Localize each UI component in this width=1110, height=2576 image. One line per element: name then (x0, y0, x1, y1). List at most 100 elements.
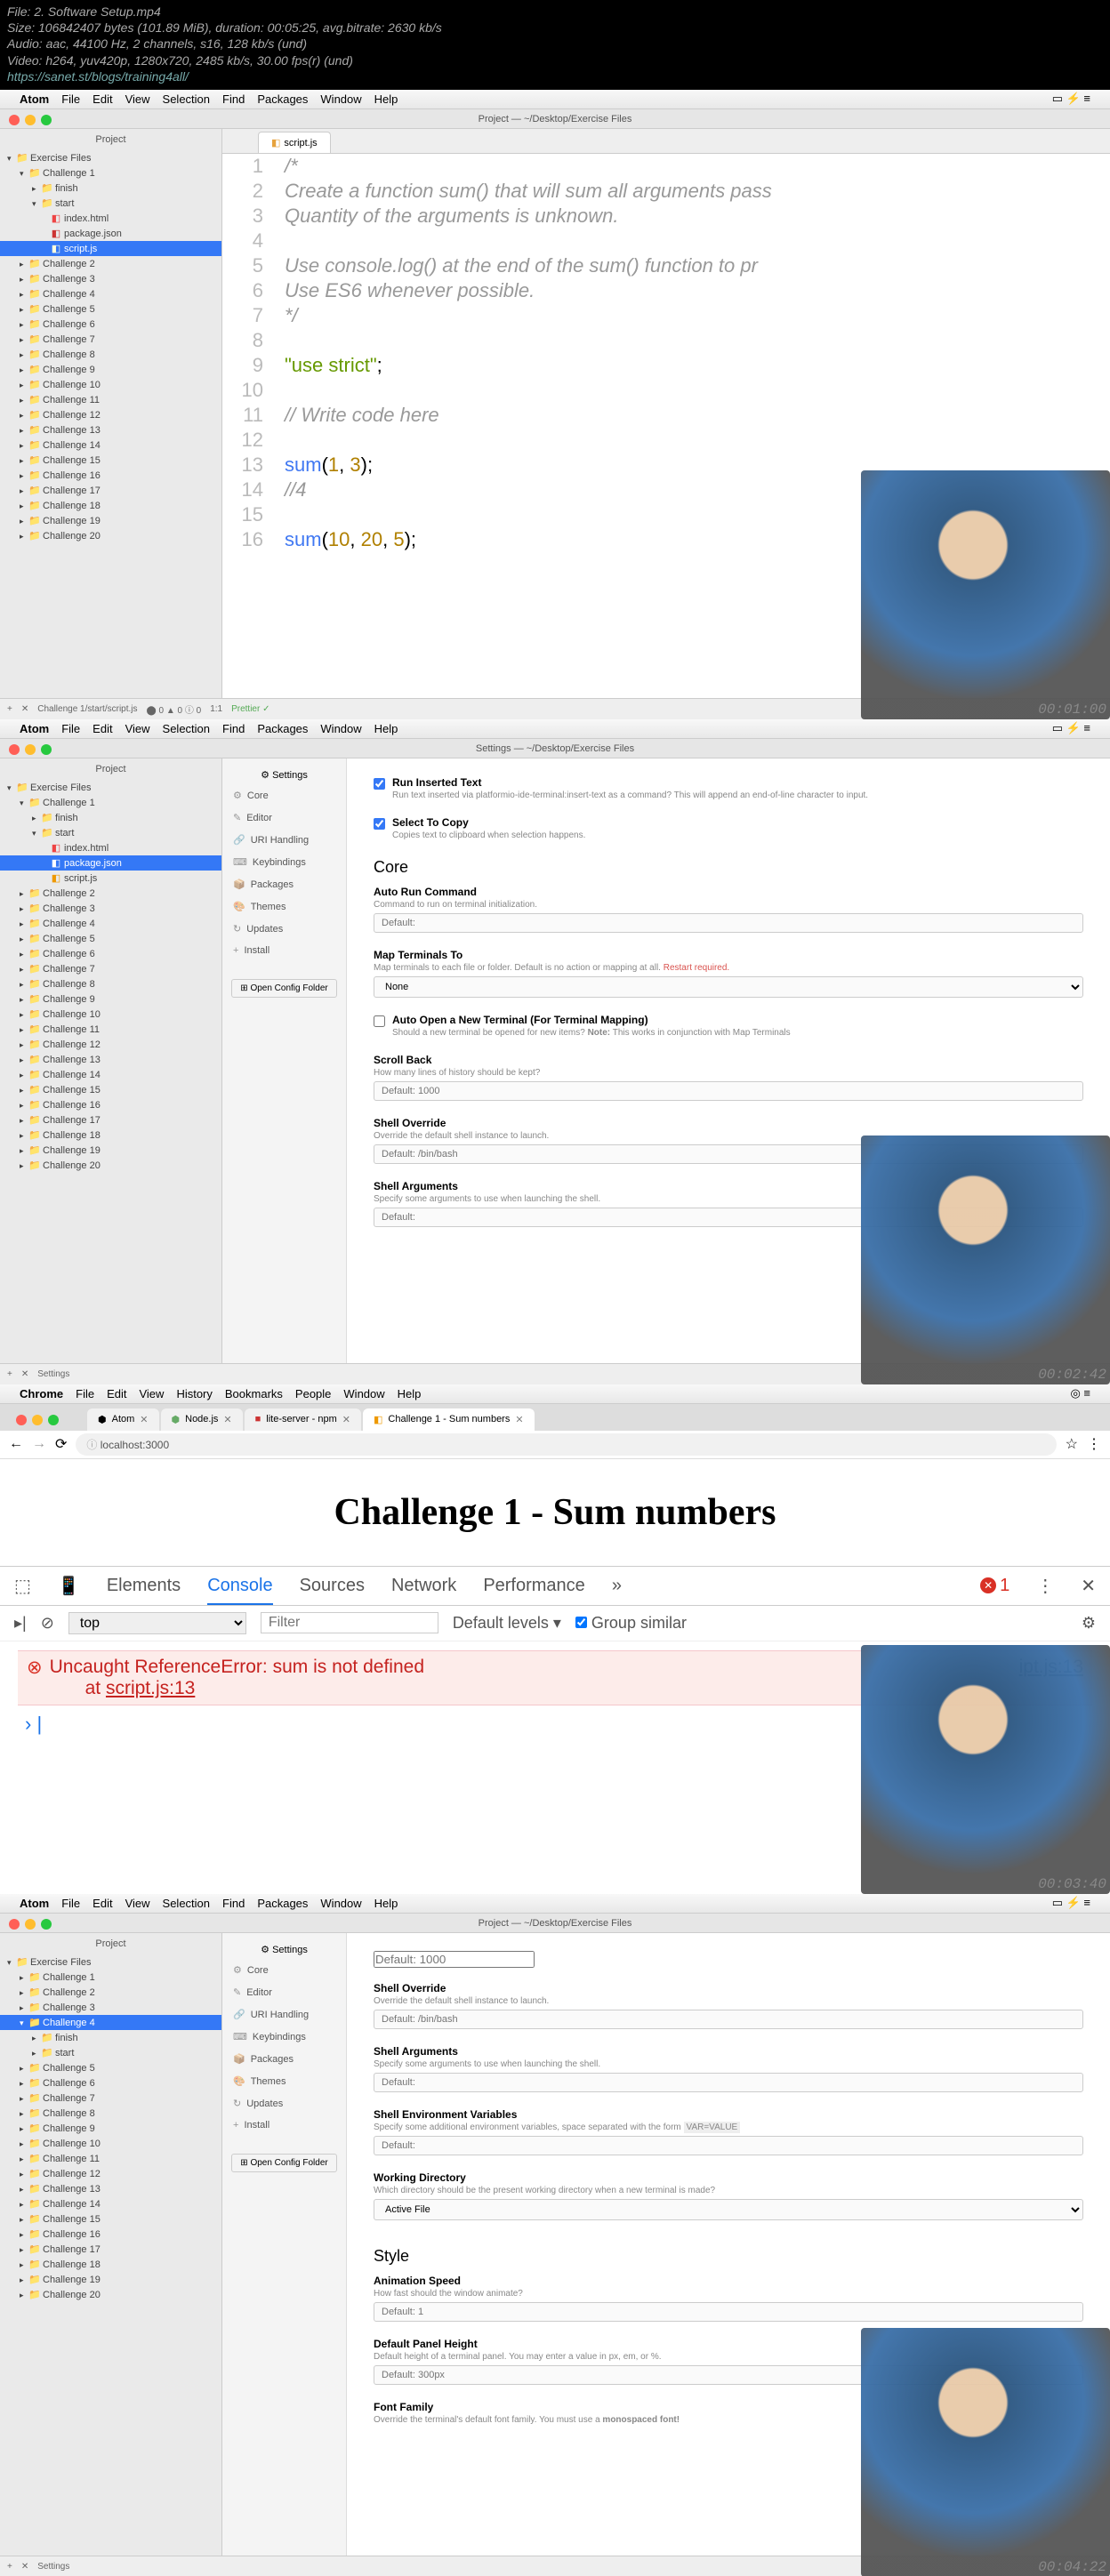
tree-file-selected[interactable]: ◧package.json (0, 855, 221, 871)
close-window-icon[interactable] (9, 115, 20, 125)
tree-folder[interactable]: ▸📁Challenge 8 (0, 976, 221, 991)
menu-edit[interactable]: Edit (92, 1897, 112, 1910)
tree-folder[interactable]: ▸📁Challenge 7 (0, 2090, 221, 2106)
tab-lite-server[interactable]: ■lite-server - npm✕ (245, 1408, 361, 1431)
menu-packages[interactable]: Packages (257, 92, 308, 106)
menu-help[interactable]: Help (374, 92, 398, 106)
tree-folder[interactable]: ▸📁finish (0, 2030, 221, 2045)
add-terminal-icon[interactable]: + (7, 704, 12, 714)
tree-folder[interactable]: ▸📁Challenge 18 (0, 498, 221, 513)
menu-edit[interactable]: Edit (107, 1387, 126, 1400)
input-top[interactable] (374, 1951, 535, 1968)
nav-updates[interactable]: ↻Updates (222, 918, 346, 940)
minimize-window-icon[interactable] (25, 744, 36, 755)
maximize-window-icon[interactable] (41, 744, 52, 755)
nav-themes[interactable]: 🎨Themes (222, 2070, 346, 2092)
file-tree[interactable]: ▾📁Exercise Files ▾📁Challenge 1 ▸📁finish … (0, 780, 221, 1363)
tree-folder[interactable]: ▸📁start (0, 2045, 221, 2060)
tree-folder[interactable]: ▸📁Challenge 3 (0, 271, 221, 286)
nav-core[interactable]: ⚙Core (222, 1959, 346, 1981)
menu-file[interactable]: File (61, 722, 80, 735)
tree-folder[interactable]: ▸📁Challenge 5 (0, 301, 221, 317)
tree-folder[interactable]: ▸📁Challenge 12 (0, 407, 221, 422)
tree-folder[interactable]: ▸📁Challenge 20 (0, 2287, 221, 2302)
editor-tab[interactable]: ◧script.js (258, 132, 331, 153)
group-similar-checkbox[interactable] (575, 1617, 587, 1628)
tree-folder[interactable]: ▸📁finish (0, 181, 221, 196)
input-scroll-back[interactable] (374, 1081, 1083, 1101)
menu-view[interactable]: View (125, 92, 150, 106)
select-map-terminals[interactable]: None (374, 976, 1083, 998)
file-tree[interactable]: ▾📁Exercise Files ▾📁Challenge 1 ▸📁finish … (0, 150, 221, 698)
menu-people[interactable]: People (295, 1387, 331, 1400)
tree-folder[interactable]: ▸📁Challenge 6 (0, 946, 221, 961)
app-name[interactable]: Atom (20, 92, 49, 106)
star-icon[interactable]: ☆ (1066, 1435, 1078, 1453)
console-sidebar-icon[interactable]: ▸| (14, 1614, 27, 1633)
tree-folder[interactable]: ▸📁Challenge 3 (0, 2000, 221, 2015)
nav-themes[interactable]: 🎨Themes (222, 895, 346, 918)
status-diagnostics[interactable]: ⬤ 0 ▲ 0 ⓘ 0 (147, 702, 202, 716)
tree-root[interactable]: ▾📁Exercise Files (0, 780, 221, 795)
tree-folder[interactable]: ▸📁Challenge 18 (0, 1128, 221, 1143)
tree-folder[interactable]: ▸📁Challenge 17 (0, 2242, 221, 2257)
menu-packages[interactable]: Packages (257, 1897, 308, 1910)
menu-window[interactable]: Window (343, 1387, 384, 1400)
tree-folder[interactable]: ▾📁start (0, 825, 221, 840)
close-terminal-icon[interactable]: ✕ (21, 1369, 28, 1379)
source-url[interactable]: https://sanet.st/blogs/training4all/ (7, 69, 189, 84)
tree-file[interactable]: ◧package.json (0, 226, 221, 241)
nav-keybindings[interactable]: ⌨Keybindings (222, 2026, 346, 2048)
menu-selection[interactable]: Selection (163, 722, 210, 735)
devtools-tab-elements[interactable]: Elements (107, 1576, 181, 1596)
tree-folder[interactable]: ▾📁Challenge 1 (0, 795, 221, 810)
input-shell-override[interactable] (374, 2010, 1083, 2029)
tree-file[interactable]: ◧index.html (0, 840, 221, 855)
tree-folder[interactable]: ▸📁Challenge 3 (0, 901, 221, 916)
devtools-tab-performance[interactable]: Performance (483, 1576, 585, 1596)
nav-install[interactable]: +Install (222, 2115, 346, 2136)
close-terminal-icon[interactable]: ✕ (21, 704, 28, 714)
nav-packages[interactable]: 📦Packages (222, 2048, 346, 2070)
clear-console-icon[interactable]: ⊘ (41, 1614, 54, 1633)
menu-window[interactable]: Window (320, 1897, 361, 1910)
input-shell-args[interactable] (374, 2073, 1083, 2092)
tree-folder[interactable]: ▸📁Challenge 8 (0, 347, 221, 362)
tree-folder[interactable]: ▸📁Challenge 15 (0, 1082, 221, 1097)
tab-atom[interactable]: ⬢Atom✕ (87, 1408, 159, 1431)
input-auto-run[interactable] (374, 913, 1083, 933)
tree-folder[interactable]: ▸📁Challenge 14 (0, 1067, 221, 1082)
tree-file[interactable]: ◧script.js (0, 871, 221, 886)
settings-icon[interactable]: ⚙ (1082, 1614, 1096, 1633)
tree-folder[interactable]: ▾📁Challenge 1 (0, 165, 221, 181)
maximize-window-icon[interactable] (41, 115, 52, 125)
nav-editor[interactable]: ✎Editor (222, 1981, 346, 2003)
minimize-window-icon[interactable] (32, 1415, 43, 1425)
tree-folder[interactable]: ▸📁Challenge 19 (0, 2272, 221, 2287)
inspect-icon[interactable]: ⬚ (14, 1575, 31, 1597)
app-name[interactable]: Atom (20, 1897, 49, 1910)
back-icon[interactable]: ← (9, 1436, 23, 1452)
minimize-window-icon[interactable] (25, 115, 36, 125)
tree-folder[interactable]: ▸📁Challenge 8 (0, 2106, 221, 2121)
tree-folder[interactable]: ▸📁Challenge 2 (0, 1985, 221, 2000)
file-tree[interactable]: ▾📁Exercise Files ▸📁Challenge 1 ▸📁Challen… (0, 1954, 221, 2556)
tree-folder[interactable]: ▸📁Challenge 7 (0, 332, 221, 347)
tree-folder-selected[interactable]: ▾📁Challenge 4 (0, 2015, 221, 2030)
nav-keybindings[interactable]: ⌨Keybindings (222, 851, 346, 873)
maximize-window-icon[interactable] (48, 1415, 59, 1425)
tree-folder[interactable]: ▸📁Challenge 7 (0, 961, 221, 976)
menu-icon[interactable]: ⋮ (1087, 1435, 1101, 1453)
open-config-button[interactable]: ⊞ Open Config Folder (231, 979, 337, 998)
nav-packages[interactable]: 📦Packages (222, 873, 346, 895)
nav-uri[interactable]: 🔗URI Handling (222, 2003, 346, 2026)
input-shell-env[interactable] (374, 2136, 1083, 2155)
tree-folder[interactable]: ▸📁Challenge 4 (0, 286, 221, 301)
menu-help[interactable]: Help (374, 722, 398, 735)
tree-folder[interactable]: ▸📁Challenge 16 (0, 2227, 221, 2242)
nav-updates[interactable]: ↻Updates (222, 2092, 346, 2115)
tree-folder[interactable]: ▸📁Challenge 18 (0, 2257, 221, 2272)
tree-folder[interactable]: ▾📁start (0, 196, 221, 211)
menu-view[interactable]: View (139, 1387, 164, 1400)
checkbox-run-inserted[interactable] (374, 778, 385, 790)
